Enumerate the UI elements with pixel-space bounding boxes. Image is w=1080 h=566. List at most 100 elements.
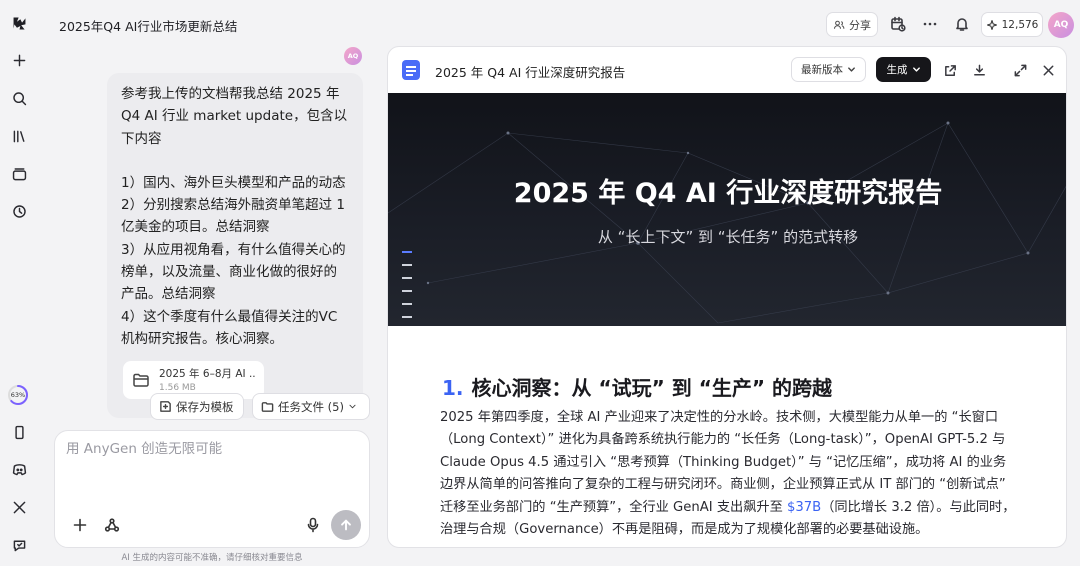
save-template-label: 保存为模板 bbox=[176, 399, 234, 414]
message-line bbox=[121, 150, 349, 172]
feedback-icon bbox=[13, 540, 25, 551]
credits-badge[interactable]: 12,576 bbox=[981, 12, 1043, 37]
message-line: 1）国内、海外巨头模型和产品的动态 bbox=[121, 174, 346, 191]
message-line: 亿美金的项目。总结洞察 bbox=[121, 219, 270, 236]
expand-icon bbox=[1014, 64, 1026, 76]
version-select[interactable]: 最新版本 bbox=[791, 57, 866, 82]
tools-button[interactable] bbox=[102, 515, 122, 535]
document-panel: 2025 年 Q4 AI 行业深度研究报告 最新版本 生成 2025 年 Q4 … bbox=[387, 46, 1067, 548]
message-line: 下内容 bbox=[121, 130, 162, 147]
document-icon bbox=[402, 60, 420, 80]
discord-icon bbox=[12, 463, 26, 475]
discord-button[interactable] bbox=[7, 457, 31, 481]
expand-button[interactable] bbox=[1010, 60, 1030, 80]
message-line: 产品。总结洞察 bbox=[121, 286, 216, 303]
cover-subtitle: 从 “长上下文” 到 “长任务” 的范式转移 bbox=[597, 228, 859, 246]
message-line: 2）分别搜索总结海外融资单笔超过 1 bbox=[121, 197, 345, 214]
attach-button[interactable] bbox=[70, 515, 90, 535]
x-logo-icon bbox=[13, 501, 25, 513]
section-paragraph: 2025 年第四季度，全球 AI 产业迎来了决定性的分水岭。技术侧，大模型能力从… bbox=[440, 407, 1018, 541]
task-files-label: 任务文件 (5) bbox=[278, 399, 344, 414]
close-icon bbox=[1043, 65, 1053, 75]
message-line: Q4 AI 行业 market update，包含以 bbox=[121, 108, 348, 125]
arrow-up-icon bbox=[341, 519, 351, 531]
share-icon bbox=[944, 64, 956, 76]
more-button[interactable] bbox=[920, 14, 940, 34]
composer bbox=[54, 430, 370, 548]
more-horizontal-icon bbox=[923, 22, 937, 26]
share-button[interactable]: 分享 bbox=[826, 12, 878, 37]
folder-icon bbox=[132, 371, 150, 389]
usage-progress-ring[interactable]: 63% bbox=[7, 384, 29, 406]
template-icon bbox=[160, 401, 171, 412]
task-files-button[interactable]: 任务文件 (5) bbox=[252, 393, 370, 420]
chevron-down-icon bbox=[349, 404, 356, 409]
outline-mark[interactable] bbox=[402, 290, 412, 292]
generate-label: 生成 bbox=[886, 64, 908, 76]
cover-title: 2025 年 Q4 AI 行业深度研究报告 bbox=[513, 178, 943, 209]
download-icon bbox=[973, 64, 985, 75]
outline-mark[interactable] bbox=[402, 251, 412, 253]
bell-icon bbox=[956, 18, 968, 31]
usage-progress-label: 63% bbox=[10, 391, 26, 399]
section-heading-text: 核心洞察：从 “试玩” 到 “生产” 的跨越 bbox=[471, 376, 832, 400]
generate-button[interactable]: 生成 bbox=[876, 57, 931, 82]
outline-mark[interactable] bbox=[402, 277, 412, 279]
report-cover: 2025 年 Q4 AI 行业深度研究报告 从 “长上下文” 到 “长任务” 的… bbox=[388, 93, 1066, 326]
send-button[interactable] bbox=[331, 510, 361, 540]
notifications-button[interactable] bbox=[952, 14, 972, 34]
section-heading: 1. 核心洞察：从 “试玩” 到 “生产” 的跨越 bbox=[442, 372, 832, 401]
attached-file-size: 1.56 MB bbox=[159, 383, 196, 393]
library-icon bbox=[13, 130, 24, 142]
message-line: 榜单，以及流量、商业化做的很好的 bbox=[121, 264, 337, 281]
feedback-button[interactable] bbox=[7, 533, 31, 557]
ai-disclaimer: AI 生成的内容可能不准确，请仔细核对重要信息 bbox=[121, 553, 303, 563]
outline-mark[interactable] bbox=[402, 303, 412, 305]
message-line: 机构研究报告。核心洞察。 bbox=[121, 330, 283, 347]
close-panel-button[interactable] bbox=[1038, 60, 1058, 80]
nodes-icon bbox=[104, 518, 120, 532]
user-message-text: 参考我上传的文档帮我总结 2025 年 Q4 AI 行业 market updat… bbox=[121, 83, 349, 350]
search-button[interactable] bbox=[7, 86, 31, 110]
attached-file-name: 2025 年 6–8月 AI ... bbox=[159, 368, 256, 380]
library-button[interactable] bbox=[7, 124, 31, 148]
x-button[interactable] bbox=[7, 495, 31, 519]
outline-navigator[interactable] bbox=[402, 251, 414, 326]
highlight-link[interactable]: $37B bbox=[787, 500, 821, 515]
outline-mark[interactable] bbox=[402, 264, 412, 266]
share-document-button[interactable] bbox=[940, 60, 960, 80]
document-title: 2025 年 Q4 AI 行业深度研究报告 bbox=[435, 65, 626, 80]
microphone-icon bbox=[307, 517, 319, 533]
user-avatar[interactable]: AQ bbox=[1048, 12, 1074, 38]
app-logo-icon[interactable] bbox=[7, 11, 31, 35]
mobile-app-button[interactable] bbox=[7, 420, 31, 444]
new-chat-button[interactable] bbox=[7, 48, 31, 72]
plus-icon bbox=[13, 54, 25, 66]
left-rail: 63% bbox=[0, 0, 38, 566]
calendar-clock-icon bbox=[891, 16, 906, 32]
version-label: 最新版本 bbox=[801, 64, 843, 76]
prompt-input[interactable] bbox=[66, 441, 356, 457]
schedule-button[interactable] bbox=[888, 14, 908, 34]
download-button[interactable] bbox=[969, 60, 989, 80]
plus-icon bbox=[73, 518, 87, 532]
voice-input-button[interactable] bbox=[303, 515, 323, 535]
folder-icon bbox=[261, 402, 274, 412]
chat-title[interactable]: 2025年Q4 AI行业市场更新总结 bbox=[59, 16, 237, 35]
credits-count: 12,576 bbox=[1001, 18, 1039, 31]
sparkle-icon bbox=[986, 19, 997, 30]
history-icon bbox=[12, 204, 26, 218]
layers-icon bbox=[12, 167, 26, 180]
phone-icon bbox=[14, 425, 24, 439]
outline-mark[interactable] bbox=[402, 316, 412, 318]
share-label: 分享 bbox=[849, 18, 871, 32]
search-icon bbox=[12, 91, 26, 105]
message-line: 4）这个季度有什么最值得关注的VC bbox=[121, 308, 338, 325]
workspace-button[interactable] bbox=[7, 162, 31, 186]
chevron-down-icon bbox=[912, 67, 920, 72]
save-template-button[interactable]: 保存为模板 bbox=[150, 393, 244, 420]
history-button[interactable] bbox=[7, 199, 31, 223]
message-avatar: AQ bbox=[344, 47, 362, 65]
section-number: 1. bbox=[442, 376, 464, 400]
users-icon bbox=[833, 20, 845, 29]
